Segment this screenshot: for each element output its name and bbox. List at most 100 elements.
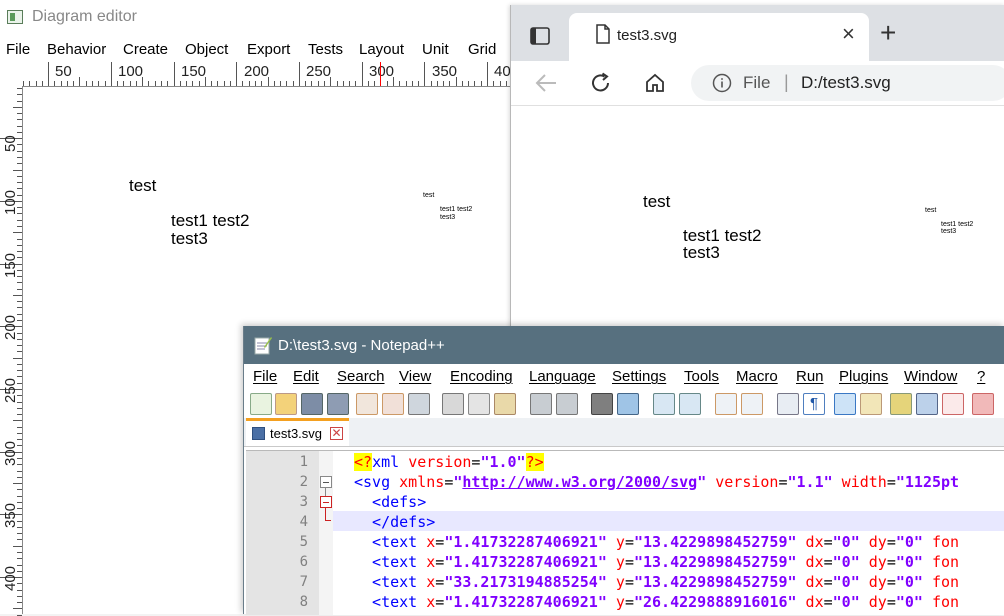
home-icon[interactable] [644, 72, 666, 94]
np-menu-macro[interactable]: Macro [736, 368, 778, 385]
code-token: x [426, 593, 436, 611]
find-icon[interactable] [591, 393, 613, 415]
info-icon[interactable] [712, 73, 732, 93]
record-macro-icon[interactable] [972, 393, 994, 415]
np-menu-language[interactable]: Language [529, 368, 596, 385]
menu-unit[interactable]: Unit [422, 41, 449, 58]
tab-actions-icon[interactable] [530, 27, 550, 45]
code-line[interactable]: <svg xmlns="http://www.w3.org/2000/svg" … [354, 473, 959, 491]
np-menu-plugins[interactable]: Plugins [839, 368, 888, 385]
url-field[interactable]: File | D:/test3.svg [691, 65, 1004, 101]
back-arrow-icon[interactable] [535, 73, 557, 93]
line-number: 1 [299, 454, 308, 470]
doc-list-icon[interactable] [916, 393, 938, 415]
save-icon[interactable] [301, 393, 323, 415]
print-icon[interactable] [408, 393, 430, 415]
save-all-icon[interactable] [327, 393, 349, 415]
word-wrap-icon[interactable] [777, 393, 799, 415]
menu-layout[interactable]: Layout [359, 41, 404, 58]
canvas-text-test[interactable]: test [129, 176, 156, 196]
code-token: fon [922, 573, 960, 591]
vertical-ruler[interactable]: 50 100 150 200 250 300 350 400 [0, 86, 23, 616]
close-all-icon[interactable] [382, 393, 404, 415]
menu-export[interactable]: Export [247, 41, 290, 58]
menu-behavior[interactable]: Behavior [47, 41, 106, 58]
code-line[interactable]: <text x="33.2173194885254" y="13.4229898… [354, 573, 959, 591]
canvas-text-line2[interactable]: test3 [171, 229, 208, 249]
close-tab-icon[interactable]: ✕ [330, 427, 343, 440]
code-token: dx [796, 593, 824, 611]
zoom-out-icon[interactable] [679, 393, 701, 415]
new-file-icon[interactable] [250, 393, 272, 415]
code-line[interactable]: </defs> [354, 513, 435, 531]
paste-icon[interactable] [494, 393, 516, 415]
canvas-small-text-test[interactable]: test [423, 192, 434, 199]
code-token: dy [859, 573, 887, 591]
undo-icon[interactable] [530, 393, 552, 415]
sync-vertical-icon[interactable] [715, 393, 737, 415]
menu-create[interactable]: Create [123, 41, 168, 58]
np-menu-edit[interactable]: Edit [293, 368, 319, 385]
code-line[interactable]: <text x="1.41732287406921" y="26.4229888… [354, 593, 959, 611]
ruler-tick [411, 81, 413, 86]
code-token: dx [796, 553, 824, 571]
ruler-tick [17, 363, 22, 365]
ruler-label: 40 [494, 63, 511, 80]
ruler-tick [17, 558, 22, 560]
redo-icon[interactable] [556, 393, 578, 415]
url-text[interactable]: D:/test3.svg [801, 73, 891, 93]
ruler-tick [17, 182, 22, 183]
ruler-tick [17, 238, 22, 240]
ruler-tick [17, 157, 22, 158]
ruler-label: 250 [306, 63, 332, 80]
code-line[interactable]: <text x="1.41732287406921" y="13.4229898… [354, 533, 959, 551]
ruler-tick [17, 407, 22, 409]
function-list-icon[interactable] [942, 393, 964, 415]
open-file-icon[interactable] [275, 393, 297, 415]
show-all-chars-icon[interactable]: ¶ [803, 393, 825, 415]
code-token: = [435, 573, 445, 591]
canvas-text-line1[interactable]: test1 test2 [171, 211, 249, 231]
file-tab[interactable]: test3.svg ✕ [246, 418, 349, 446]
menu-grid[interactable]: Grid [468, 41, 496, 58]
code-line[interactable]: <text x="1.41732287406921" y="13.4229898… [354, 553, 959, 571]
np-menu-help[interactable]: ? [977, 368, 985, 385]
user-lang-icon[interactable] [860, 393, 882, 415]
close-file-icon[interactable] [356, 393, 378, 415]
replace-icon[interactable] [617, 393, 639, 415]
np-menu-window[interactable]: Window [904, 368, 957, 385]
np-menu-settings[interactable]: Settings [612, 368, 666, 385]
canvas-small-text-line2[interactable]: test3 [440, 214, 455, 221]
menu-tests[interactable]: Tests [308, 41, 343, 58]
ruler-tick [324, 81, 325, 86]
doc-map-icon[interactable] [890, 393, 912, 415]
ruler-tick [17, 370, 22, 372]
new-tab-icon[interactable]: + [880, 19, 896, 47]
menu-file[interactable]: File [6, 41, 30, 58]
zoom-in-icon[interactable] [653, 393, 675, 415]
np-menu-run[interactable]: Run [796, 368, 824, 385]
fold-toggle-icon[interactable] [320, 476, 332, 488]
np-menu-encoding[interactable]: Encoding [450, 368, 513, 385]
menu-object[interactable]: Object [185, 41, 228, 58]
code-token: = [886, 473, 896, 491]
np-menu-file[interactable]: File [253, 368, 277, 385]
refresh-icon[interactable] [590, 72, 612, 94]
close-tab-icon[interactable]: × [842, 23, 855, 45]
ruler-label: 300 [2, 440, 19, 466]
code-line[interactable]: <defs> [354, 493, 426, 511]
np-menu-tools[interactable]: Tools [684, 368, 719, 385]
code-editor[interactable]: 1 <?xml version="1.0"?> 2 <svg xmlns="http:… [246, 450, 1004, 615]
code-line[interactable]: <?xml version="1.0"?> [354, 453, 544, 471]
cut-icon[interactable] [442, 393, 464, 415]
browser-tab[interactable]: test3.svg × [569, 13, 869, 61]
np-menu-view[interactable]: View [399, 368, 431, 385]
copy-icon[interactable] [468, 393, 490, 415]
np-menu-search[interactable]: Search [337, 368, 385, 385]
sync-horizontal-icon[interactable] [741, 393, 763, 415]
horizontal-ruler[interactable]: 50 100 150 200 250 300 350 40 [22, 62, 522, 87]
fold-toggle-icon[interactable] [320, 496, 332, 508]
indent-guide-icon[interactable] [834, 393, 856, 415]
code-token: = [886, 553, 896, 571]
canvas-small-text-line1[interactable]: test1 test2 [440, 206, 472, 213]
